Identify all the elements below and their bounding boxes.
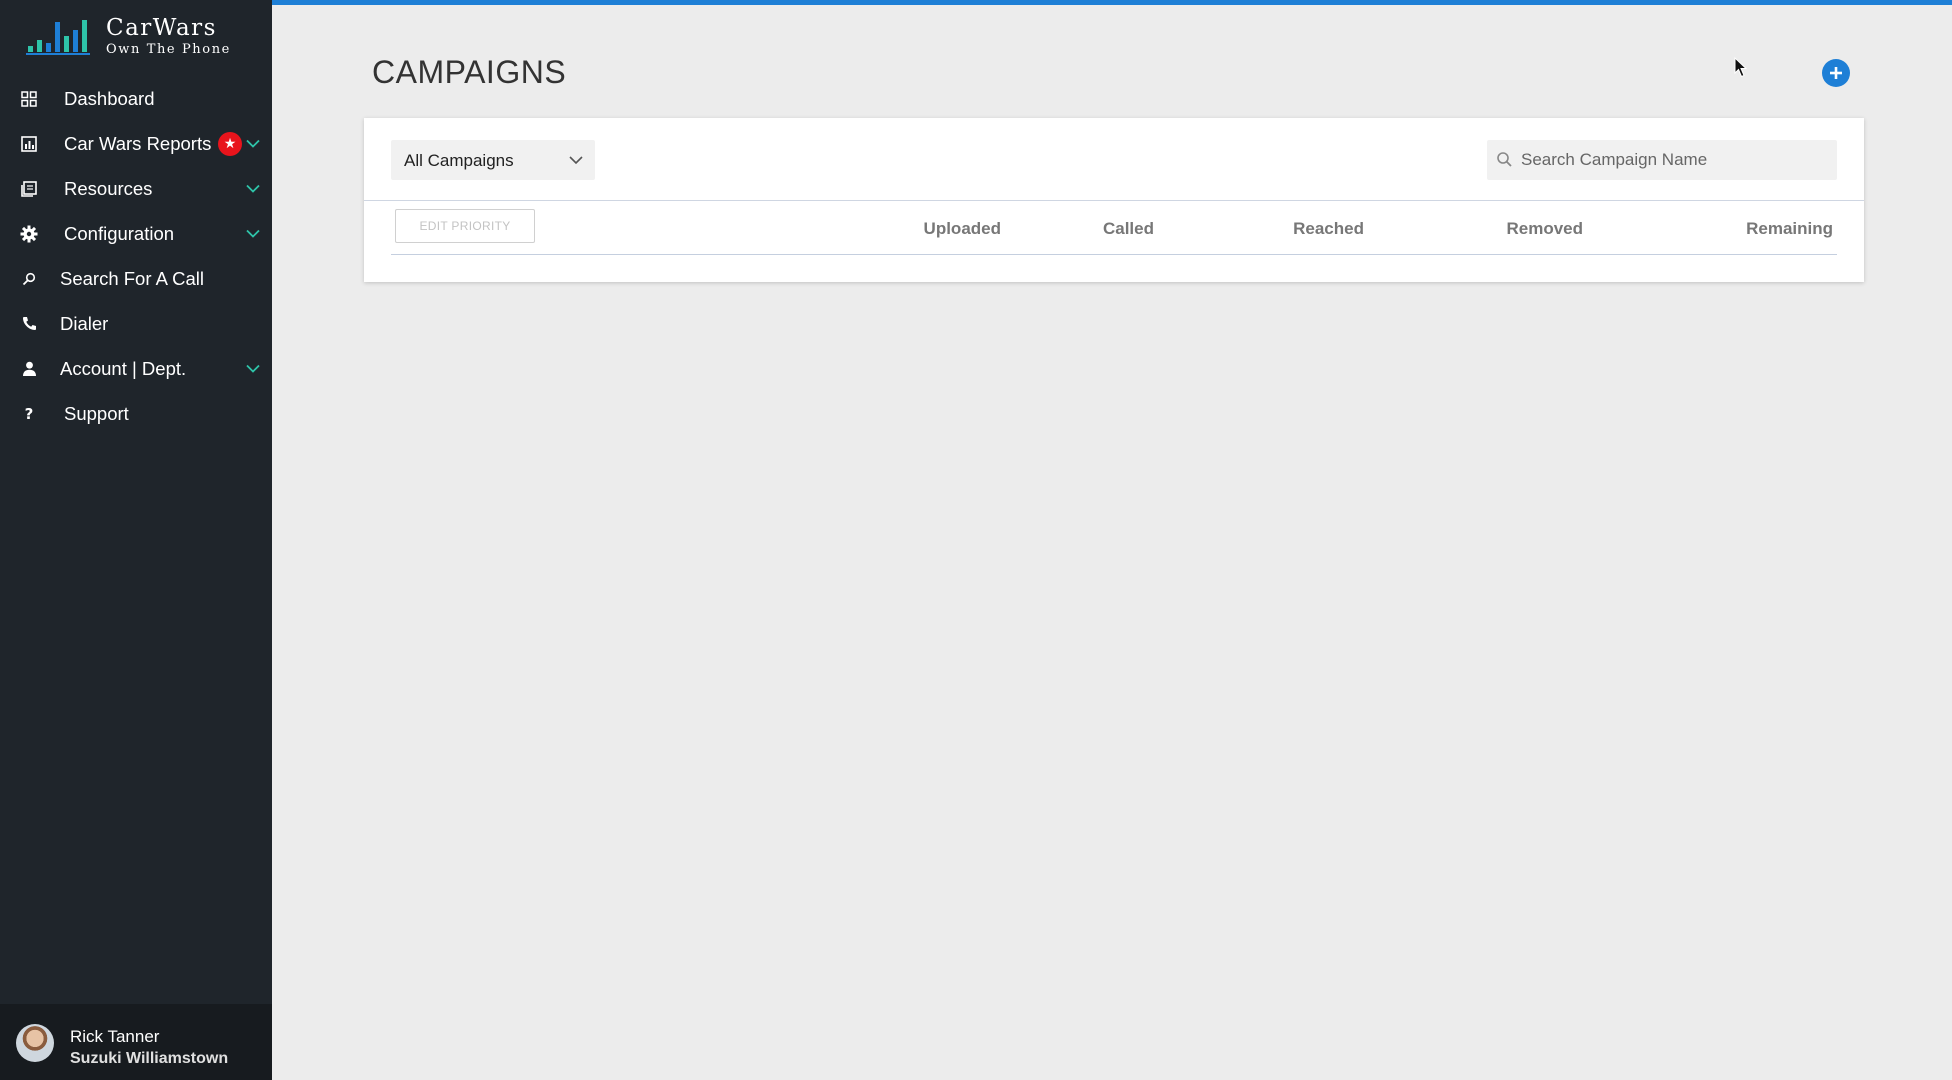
phone-icon: [20, 315, 38, 333]
page-title: CAMPAIGNS: [372, 54, 567, 90]
mouse-cursor-icon: [1734, 57, 1748, 78]
user-dept: Suzuki Williamstown: [70, 1050, 229, 1067]
sidebar-item-label: Search For A Call: [60, 267, 204, 289]
column-header-remaining[interactable]: Remaining: [1746, 219, 1833, 239]
search-icon: [1497, 152, 1512, 167]
grid-icon: [20, 90, 38, 108]
question-icon: ?: [24, 404, 34, 423]
campaigns-table-header: EDIT PRIORITY Uploaded Called Reached Re…: [391, 209, 1837, 255]
chevron-down-icon[interactable]: [246, 228, 260, 238]
signal-bars-icon: [26, 20, 90, 55]
search-icon: [20, 270, 38, 288]
sidebar-item-label: Dialer: [60, 312, 109, 334]
campaign-search: [1487, 140, 1837, 180]
add-campaign-button[interactable]: [1822, 59, 1850, 87]
new-badge: ★: [218, 131, 242, 156]
column-header-reached[interactable]: Reached: [1293, 219, 1364, 239]
sidebar-item-label: Account | Dept.: [60, 357, 187, 379]
brand-title: CarWars: [106, 14, 217, 41]
avatar[interactable]: [16, 1024, 54, 1062]
campaign-filter-select[interactable]: All Campaigns: [391, 140, 595, 180]
chevron-down-icon[interactable]: [246, 138, 260, 148]
column-header-called[interactable]: Called: [1103, 219, 1154, 239]
sidebar-item-resources[interactable]: Resources: [0, 166, 272, 211]
sidebar-item-dashboard[interactable]: Dashboard: [0, 76, 272, 121]
user-name: Rick Tanner: [70, 1027, 160, 1046]
sidebar-item-car-wars-reports[interactable]: Car Wars Reports ★: [0, 121, 272, 166]
campaign-filter-value: All Campaigns: [404, 151, 514, 170]
book-icon: [20, 180, 38, 198]
sidebar-item-label: Resources: [64, 177, 153, 199]
chevron-down-icon[interactable]: [246, 183, 260, 193]
gear-icon: [20, 225, 38, 243]
carwars-logo[interactable]: CarWars Own The Phone: [26, 14, 256, 58]
edit-priority-button[interactable]: EDIT PRIORITY: [395, 209, 535, 243]
sidebar-item-label: Configuration: [64, 222, 175, 244]
chevron-down-icon: [569, 156, 583, 165]
sidebar-item-label: Dashboard: [64, 87, 155, 109]
column-header-removed[interactable]: Removed: [1506, 219, 1583, 239]
campaign-search-input[interactable]: [1521, 140, 1831, 180]
sidebar-item-label: Car Wars Reports: [64, 132, 212, 154]
column-header-uploaded[interactable]: Uploaded: [924, 219, 1001, 239]
chevron-down-icon[interactable]: [246, 363, 260, 373]
plus-icon: [1830, 67, 1842, 79]
sidebar-item-account-dept[interactable]: Account | Dept.: [0, 346, 272, 391]
user-profile[interactable]: Rick Tanner Suzuki Williamstown: [0, 1004, 272, 1080]
sidebar-item-search-for-a-call[interactable]: Search For A Call: [0, 256, 272, 301]
sidebar-item-label: Support: [64, 402, 129, 424]
sidebar-item-dialer[interactable]: Dialer: [0, 301, 272, 346]
sidebar-item-support[interactable]: ? Support: [0, 391, 272, 436]
sidebar-item-configuration[interactable]: Configuration: [0, 211, 272, 256]
sidebar-nav: Dashboard Car Wars Reports ★ Resources C…: [0, 76, 272, 436]
bar-chart-icon: [20, 135, 38, 153]
user-icon: [20, 360, 38, 378]
campaigns-panel: All Campaigns EDIT PRIORITY Uploaded Cal…: [364, 118, 1864, 282]
panel-toolbar: All Campaigns: [364, 118, 1864, 201]
brand-tagline: Own The Phone: [106, 41, 231, 57]
top-progress-line: [272, 0, 1952, 5]
sidebar: CarWars Own The Phone Dashboard Car Wars…: [0, 0, 272, 1080]
